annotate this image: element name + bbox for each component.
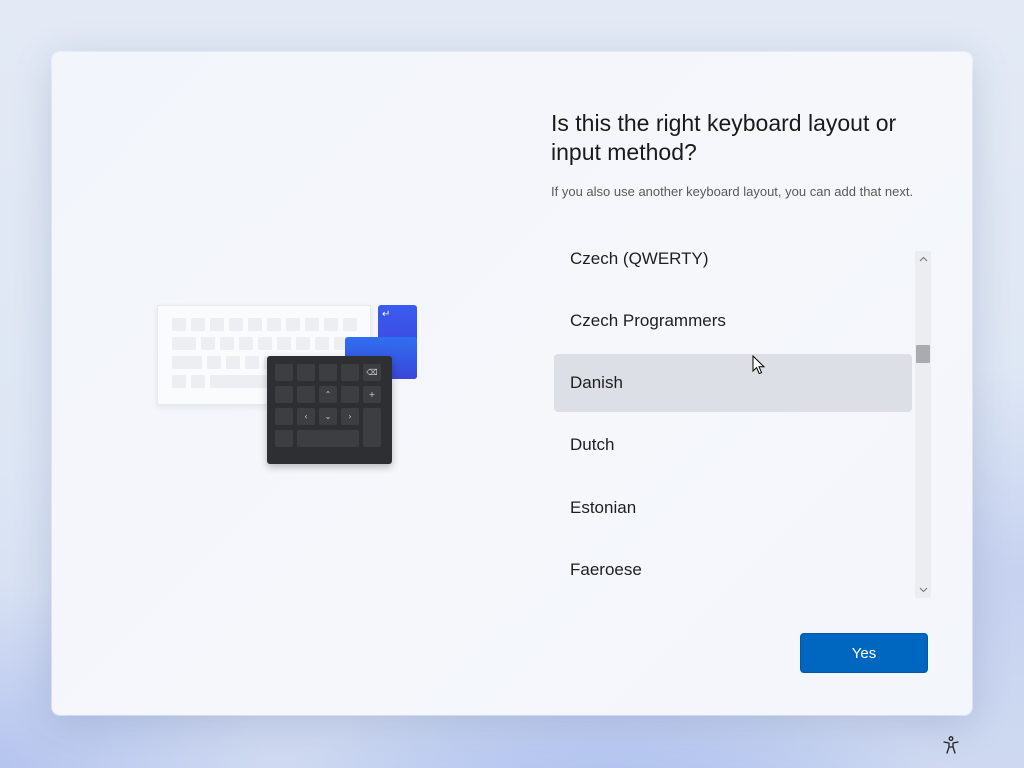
scrollbar-thumb[interactable] [916,345,930,363]
arrow-up-icon: ⌃ [319,386,337,403]
plus-icon: + [363,386,381,403]
list-item-label: Czech (QWERTY) [570,249,709,268]
list-item-label: Faeroese [570,560,642,579]
list-item-label: Danish [570,373,623,392]
list-item-czech-qwerty[interactable]: Czech (QWERTY) [554,230,912,288]
keyboard-layout-list[interactable]: Czech (QWERTY) Czech Programmers Danish … [554,230,912,600]
yes-button[interactable]: Yes [800,633,928,673]
list-item-faeroese[interactable]: Faeroese [554,541,912,599]
list-item-label: Estonian [570,498,637,517]
mouse-cursor-icon [752,354,766,375]
list-item-czech-programmers[interactable]: Czech Programmers [554,292,912,350]
list-item-danish[interactable]: Danish [554,354,912,412]
list-item-label: Dutch [570,435,615,454]
numeric-keypad-graphic: ⌫ ⌃ + ‹ ⌄ › [267,356,392,464]
enter-icon: ↵ [382,309,391,320]
arrow-down-icon: ⌄ [319,408,337,425]
chevron-down-icon[interactable] [915,582,931,598]
backspace-icon: ⌫ [363,364,381,381]
list-scrollbar[interactable] [915,251,931,598]
list-item-label: Czech Programmers [570,311,726,330]
arrow-left-icon: ‹ [297,408,315,425]
list-item-dutch[interactable]: Dutch [554,416,912,474]
page-subtitle: If you also use another keyboard layout,… [551,184,914,199]
chevron-up-icon[interactable] [915,251,931,267]
page-title: Is this the right keyboard layout or inp… [551,110,897,165]
keyboard-illustration: ↵ ⌫ ⌃ + ‹ ⌄ › [157,305,419,485]
list-item-estonian[interactable]: Estonian [554,479,912,537]
arrow-right-icon: › [341,408,359,425]
accessibility-icon[interactable] [938,732,964,758]
